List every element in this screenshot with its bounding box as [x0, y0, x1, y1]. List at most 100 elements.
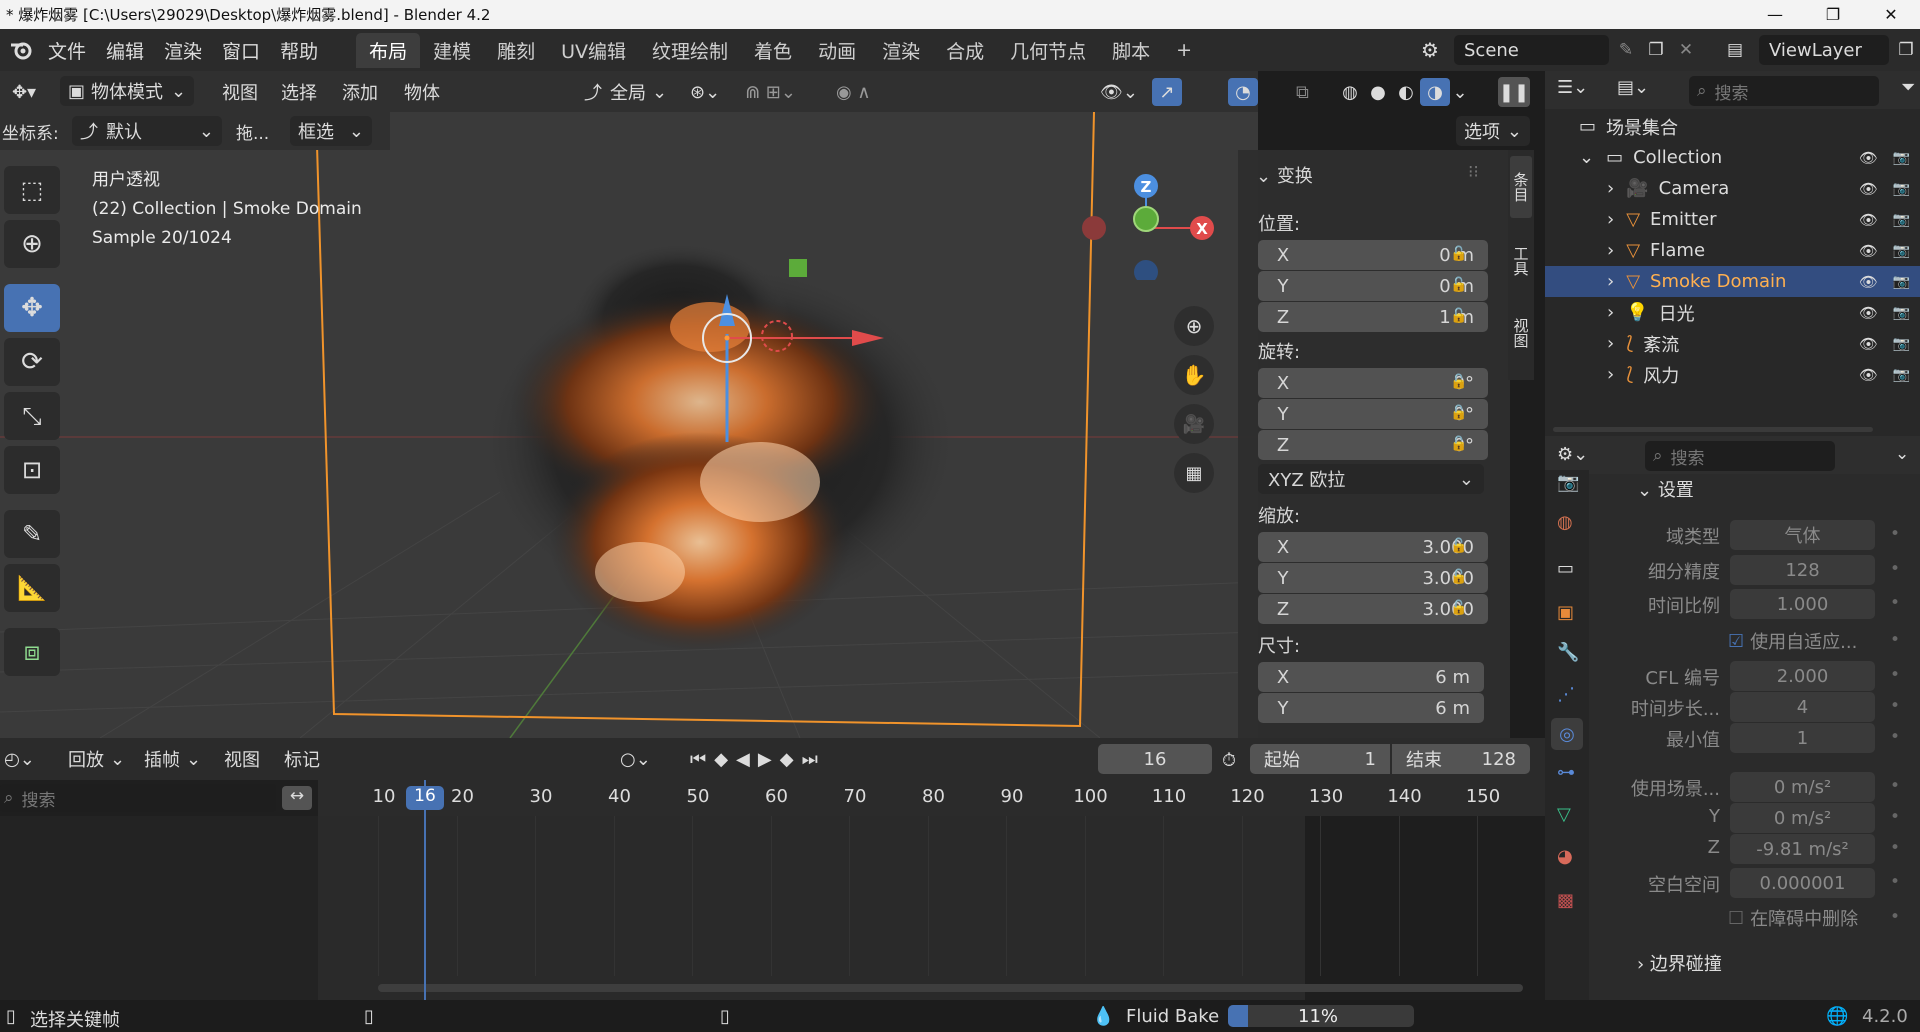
transform-tool[interactable]: ⊡ [4, 446, 60, 494]
pin-icon[interactable]: ✎ [1613, 40, 1639, 60]
jump-start-icon[interactable]: ⏮ [690, 749, 714, 770]
keyframe-dot-icon[interactable]: • [1890, 696, 1900, 716]
tab-animation[interactable]: 动画 [805, 33, 869, 68]
modifier-props-icon[interactable]: 🔧 [1557, 642, 1579, 663]
menu-add[interactable]: 添加 [342, 76, 378, 108]
keyframe-dot-icon[interactable]: • [1890, 559, 1900, 579]
properties-editor-icon[interactable]: ⚙⌄ [1557, 444, 1588, 465]
render-camera-icon[interactable]: 📷 [1893, 243, 1910, 259]
dimensions-x-field[interactable]: X6 m [1258, 662, 1484, 692]
outliner-item[interactable]: › ▽ Smoke Domain 👁 📷 [1545, 266, 1920, 297]
visibility-eye-icon[interactable]: 👁 [1859, 242, 1878, 260]
measure-tool[interactable]: 📐 [4, 564, 60, 612]
shading-modes[interactable]: ◍ ● ◐ ◑ ⌄ [1336, 76, 1470, 108]
render-camera-icon[interactable]: 📷 [1893, 150, 1910, 166]
property-field[interactable]: 2.000 [1730, 661, 1875, 691]
solid-shading-icon[interactable]: ● [1364, 82, 1392, 103]
play-reverse-icon[interactable]: ◀ [736, 749, 758, 770]
outliner-scrollbar[interactable] [1553, 427, 1873, 432]
property-field[interactable]: 4 [1730, 692, 1875, 722]
tab-uv-editing[interactable]: UV编辑 [548, 33, 639, 68]
render-camera-icon[interactable]: 📷 [1893, 212, 1910, 228]
outliner-item[interactable]: ⌄ ▭ Collection 👁 📷 [1545, 142, 1920, 173]
tab-shading[interactable]: 着色 [741, 33, 805, 68]
timeline-ruler[interactable]: 10 20 30 40 50 60 70 80 90 100 110 120 130 140 150 [318, 780, 1545, 816]
outliner-item[interactable]: › ⟅ 紊流 👁 📷 [1545, 328, 1920, 359]
editor-type-button[interactable]: ✥▾ [4, 76, 44, 108]
chevron-right-icon[interactable]: › [1607, 178, 1614, 199]
property-field[interactable]: 0 m/s² [1730, 803, 1875, 833]
render-props-icon[interactable]: 📷 [1557, 472, 1579, 493]
scale-tool[interactable]: ⤡ [4, 392, 60, 440]
auto-keying-toggle[interactable]: ○⌄ [620, 743, 651, 775]
keyframe-dot-icon[interactable]: • [1890, 838, 1900, 858]
boundary-section-header[interactable]: › 边界碰撞 [1637, 950, 1722, 976]
close-button[interactable]: ✕ [1862, 0, 1920, 29]
stopwatch-icon[interactable]: ⏱ [1222, 744, 1236, 776]
outliner-search-input[interactable]: ⌕ 搜索 [1689, 76, 1879, 106]
play-icon[interactable]: ▶ [758, 749, 780, 770]
keyframe-dot-icon[interactable]: • [1890, 593, 1900, 613]
outliner-item[interactable]: › ▽ Emitter 👁 📷 [1545, 204, 1920, 235]
tab-modeling[interactable]: 建模 [420, 33, 484, 68]
view-layer-field[interactable]: ViewLayer [1759, 35, 1889, 65]
outliner-item[interactable]: › 🎥 Camera 👁 📷 [1545, 173, 1920, 204]
menu-object[interactable]: 物体 [404, 76, 440, 108]
jump-end-icon[interactable]: ⏭ [802, 749, 826, 770]
pause-render-button[interactable]: ❚❚ [1498, 76, 1530, 108]
playhead-line[interactable] [424, 780, 426, 1000]
chevron-right-icon[interactable]: › [1607, 271, 1614, 292]
maximize-button[interactable]: ❐ [1804, 0, 1862, 29]
drag-dropdown[interactable]: 框选 ⌄ [290, 116, 372, 146]
render-camera-icon[interactable]: 📷 [1893, 305, 1910, 321]
next-keyframe-icon[interactable]: ◆ [780, 749, 802, 770]
visibility-eye-icon[interactable]: 👁 [1859, 366, 1878, 384]
menu-edit[interactable]: 编辑 [96, 37, 154, 64]
outliner-item[interactable]: › 💡 日光 👁 📷 [1545, 297, 1920, 328]
scene-name-field[interactable]: Scene [1454, 35, 1609, 65]
settings-section-header[interactable]: ⌄ 设置 [1637, 476, 1694, 502]
keying-dropdown[interactable]: 插帧 ⌄ [144, 743, 201, 775]
timeline-menu-view[interactable]: 视图 [224, 743, 260, 775]
property-field[interactable]: ☑ 使用自适应... [1728, 626, 1908, 656]
texture-props-icon[interactable]: ▩ [1557, 890, 1574, 911]
swap-icon[interactable]: ↔ [282, 786, 312, 810]
blender-logo-icon[interactable] [4, 39, 38, 61]
property-field[interactable]: 128 [1730, 555, 1875, 585]
gizmo-toggle[interactable]: ↗ [1152, 76, 1182, 108]
minimize-button[interactable]: — [1746, 0, 1804, 29]
render-camera-icon[interactable]: 📷 [1893, 181, 1910, 197]
keyframe-dot-icon[interactable]: • [1890, 807, 1900, 827]
render-camera-icon[interactable]: 📷 [1893, 367, 1910, 383]
navigation-gizmo[interactable]: Z X [1076, 160, 1226, 280]
annotate-tool[interactable]: ✎ [4, 510, 60, 558]
particles-props-icon[interactable]: ⋰ [1557, 684, 1575, 705]
ortho-toggle-icon[interactable]: ▦ [1174, 453, 1214, 493]
properties-search-input[interactable]: ⌕ 搜索 [1645, 441, 1835, 471]
lock-icon[interactable]: 🔓 [1450, 436, 1467, 452]
property-field[interactable]: 0.000001 [1730, 868, 1875, 898]
visibility-button[interactable]: 👁⌄ [1100, 76, 1138, 108]
checkbox[interactable]: ☐ [1728, 908, 1744, 929]
pan-hand-icon[interactable]: ✋ [1174, 355, 1214, 395]
property-field[interactable]: -9.81 m/s² [1730, 834, 1875, 864]
add-cube-tool[interactable]: ⧈ [4, 628, 60, 676]
timeline-area[interactable] [0, 816, 1545, 1000]
keyframe-dot-icon[interactable]: • [1890, 907, 1900, 927]
outliner-editor-icon[interactable]: ☰⌄ [1557, 77, 1588, 98]
gizmo-neg-x[interactable] [1082, 216, 1106, 240]
menu-view[interactable]: 视图 [222, 76, 258, 108]
new-scene-icon[interactable]: ❐ [1643, 40, 1669, 60]
xray-toggle[interactable]: ⧉ [1296, 76, 1309, 108]
keyframe-dot-icon[interactable]: • [1890, 665, 1900, 685]
lock-icon[interactable]: 🔓 [1450, 246, 1467, 262]
cursor-tool[interactable]: ⊕ [4, 220, 60, 268]
drag-handle-icon[interactable]: ⁝⁝ [1468, 162, 1479, 182]
material-shading-icon[interactable]: ◐ [1392, 82, 1420, 103]
move-tool[interactable]: ✥ [4, 284, 60, 332]
chevron-right-icon[interactable]: › [1607, 302, 1614, 323]
lock-icon[interactable]: 🔓 [1450, 374, 1467, 390]
shading-dropdown-icon[interactable]: ⌄ [1450, 82, 1470, 103]
end-frame-field[interactable]: 结束 128 [1392, 744, 1530, 774]
timeline-scrollbar[interactable] [378, 984, 1523, 992]
